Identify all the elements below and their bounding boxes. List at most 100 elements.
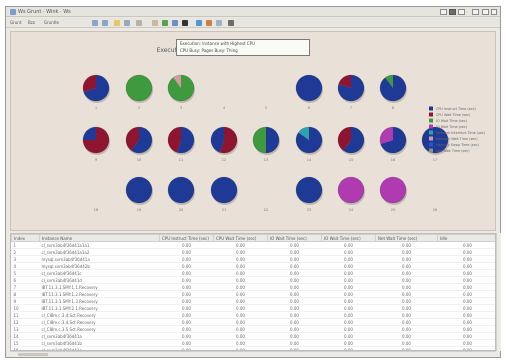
bar-icon[interactable] [206, 20, 212, 26]
table-cell: 0.00 [437, 255, 495, 263]
table-cell: 0.00 [375, 339, 438, 347]
pie-19[interactable]: 19 [125, 176, 153, 212]
pie-24[interactable]: 24 [337, 176, 365, 212]
column-header[interactable]: IO Wait Time (sec) [321, 234, 376, 242]
print-icon[interactable] [136, 20, 142, 26]
settings-icon[interactable] [216, 20, 222, 26]
table-row[interactable]: 10 IBT.11.3.1.SMY.2.1.Recovery 0.00 0.00 0.0… [11, 304, 495, 312]
folder-icon[interactable] [114, 20, 120, 26]
table-row[interactable]: 6 cl_svm3ab4f36d41d 0.00 0.00 0.00 0.00 0.00 0.… [11, 276, 495, 284]
column-header[interactable]: Index [11, 234, 40, 242]
table-row[interactable]: 8 IBT.11.3.1.SMY.1.2.Recovery 0.00 0.00 0.00… [11, 290, 495, 298]
pie-slice[interactable] [253, 127, 266, 153]
table-row[interactable]: 2 cl_svm3ab4f36d41a1a2 0.00 0.00 0.00 0.00 0.0… [11, 248, 495, 256]
pie-6[interactable]: 6 [295, 74, 323, 110]
close-button[interactable] [491, 9, 497, 15]
table-cell: 0.00 [437, 241, 495, 249]
pie-13[interactable]: 13 [252, 126, 280, 162]
table-row[interactable]: 13 cl_Cl8m.c.3.5.Sct.Recovery 0.00 0.00 0.00… [11, 325, 495, 333]
pie-7[interactable]: 7 [337, 74, 365, 110]
table-cell: cl_svm3ab4f36d41a1a1 [39, 241, 160, 249]
column-header[interactable]: Instance Name [39, 234, 160, 242]
table-row[interactable]: 1 cl_svm3ab4f36d41a1a1 0.00 0.00 0.00 0.00 0.0… [11, 241, 495, 249]
table-cell: cl_svm3ab4f36d41b [39, 339, 160, 347]
pie-2[interactable]: 2 [125, 74, 153, 110]
pie-10[interactable]: 10 [125, 126, 153, 162]
pie-16[interactable]: 16 [379, 126, 407, 162]
pie-18[interactable]: 18 [94, 208, 98, 212]
pie-25[interactable]: 25 [379, 176, 407, 212]
legend-item: IO Wait Time (sec) [429, 118, 468, 123]
column-header[interactable]: Idle [437, 234, 495, 242]
table-cell: 0.00 [159, 339, 214, 347]
forward-icon[interactable] [102, 20, 108, 26]
table-cell: 0.00 [159, 297, 214, 305]
table-cell: 0.00 [213, 241, 268, 249]
column-header[interactable]: IO Wait Time (sec) [267, 234, 322, 242]
menu-item-2[interactable]: Bzz [28, 20, 35, 25]
maximize-button[interactable] [482, 9, 489, 15]
pie-26[interactable]: 26 [433, 208, 437, 212]
pie-14[interactable]: 14 [295, 126, 323, 162]
table-cell: 11 [11, 311, 40, 319]
table-row[interactable]: 15 cl_svm3ab4f36d41b 0.00 0.00 0.00 0.00 0.00 0… [11, 339, 495, 347]
pie-label: 21 [222, 208, 226, 212]
save-icon[interactable] [124, 20, 130, 26]
pie-22[interactable]: 22 [264, 208, 268, 212]
table-row[interactable]: 12 cl_Cl8m.c.3.4.Sct.Recovery 0.00 0.00 0.00… [11, 318, 495, 326]
vertical-scrollbar[interactable] [496, 233, 501, 351]
horizontal-scrollbar[interactable] [10, 351, 496, 356]
table-cell: 9 [11, 297, 40, 305]
pie-20[interactable]: 20 [167, 176, 195, 212]
filter-icon[interactable] [182, 20, 188, 26]
table-header-row: Index Instance Name CPU Instruct Time (sec… [11, 234, 495, 242]
table-row[interactable]: 3 mysql.svm3ab4f36d41a 0.00 0.00 0.00 0.00 0.0… [11, 255, 495, 263]
back-icon[interactable] [92, 20, 98, 26]
pie-label: 23 [307, 208, 311, 212]
table-icon[interactable] [172, 20, 178, 26]
pie-label: 10 [137, 158, 141, 162]
table-row[interactable]: 11 cl_Cl8m.c.3.4.Sct.Recovery 0.00 0.00 0.00… [11, 311, 495, 319]
pie-9[interactable]: 9 [82, 126, 110, 162]
pie-1[interactable]: 1 [82, 74, 110, 110]
horizontal-scroll-thumb[interactable] [18, 353, 48, 356]
column-header[interactable]: Net Wait Time (sec) [375, 234, 438, 242]
table-cell: 0.00 [375, 255, 438, 263]
table-cell: cl_svm3ab4f36d41c [39, 269, 160, 277]
pie-4[interactable]: 4 [223, 106, 226, 110]
chart-icon[interactable] [162, 20, 168, 26]
table-cell: 0.00 [213, 248, 268, 256]
minimize-button[interactable] [472, 9, 479, 15]
pie-3[interactable]: 3 [167, 74, 195, 110]
copy-icon[interactable] [152, 20, 158, 26]
help-button[interactable] [440, 9, 447, 15]
pie-5[interactable]: 5 [265, 106, 267, 110]
refresh-icon[interactable] [228, 20, 234, 26]
table-cell: IBT.11.3.1.SMY.1.3.Recovery [39, 297, 160, 305]
view-button[interactable] [458, 9, 465, 15]
pie-15[interactable]: 15 [337, 126, 365, 162]
table-cell: 0.00 [375, 325, 438, 333]
table-row[interactable]: 5 cl_svm3ab4f36d41c 0.00 0.00 0.00 0.00 0.00 0.… [11, 269, 495, 277]
table-cell: 0.00 [213, 311, 268, 319]
table-cell: 0.00 [213, 276, 268, 284]
grid-button[interactable] [449, 9, 456, 15]
pie-23[interactable]: 23 [295, 176, 323, 212]
table-row[interactable]: 14 cl_svm3ab4f36d41a 0.00 0.00 0.00 0.00 0.00 0… [11, 332, 495, 340]
pie-8[interactable]: 8 [379, 74, 407, 110]
menu-item-3[interactable]: Gruntle [44, 20, 59, 25]
table-row[interactable]: 7 IBT.11.3.1.SMY.1.1.Recovery 0.00 0.00 0.00… [11, 283, 495, 291]
menu-item-1[interactable]: Grunt [10, 20, 21, 25]
column-header[interactable]: CPU Instruct Time (sec) [159, 234, 214, 242]
pie-icon[interactable] [196, 20, 202, 26]
table-row[interactable]: 4 mysql.svm3ab4f36d42b 0.00 0.00 0.00 0.00 0.0… [11, 262, 495, 270]
pie-11[interactable]: 11 [167, 126, 195, 162]
table-cell: 1 [11, 241, 40, 249]
pie-21[interactable]: 21 [210, 176, 238, 212]
table-row[interactable]: 9 IBT.11.3.1.SMY.1.3.Recovery 0.00 0.00 0.00… [11, 297, 495, 305]
column-header[interactable]: CPU Wait Time (sec) [213, 234, 268, 242]
legend-item: Network Wait Time (sec) [429, 136, 478, 141]
legend-label: IO Wait Time (sec) [436, 125, 468, 129]
pie-12[interactable]: 12 [210, 126, 238, 162]
pie-label: 2 [138, 106, 140, 110]
